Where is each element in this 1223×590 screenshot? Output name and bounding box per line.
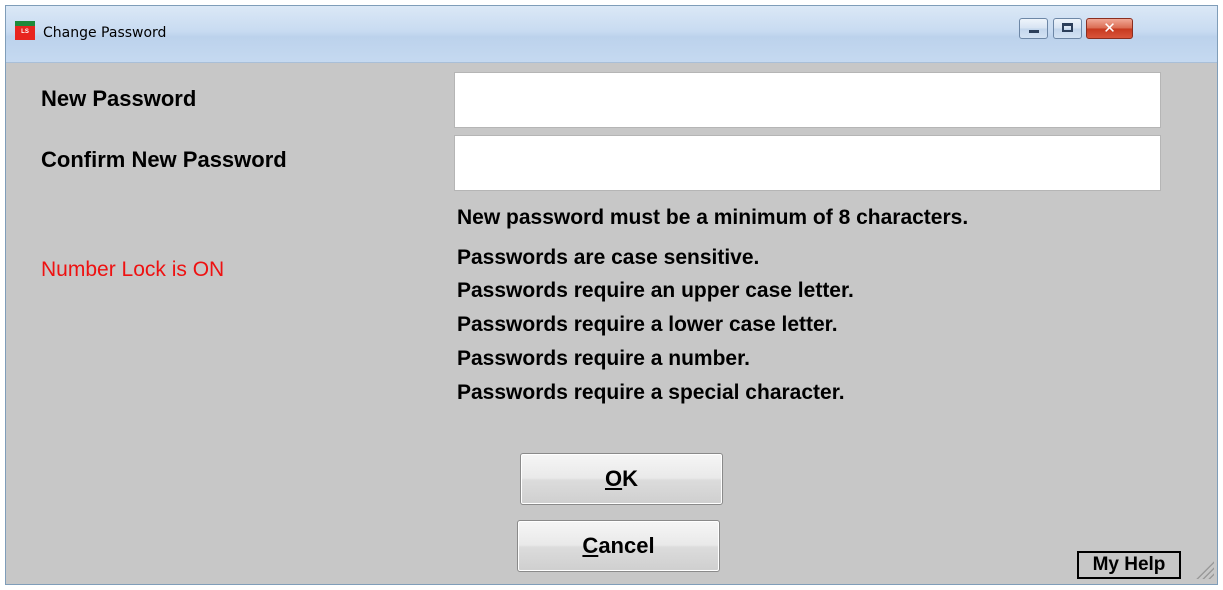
rule-min-length: New password must be a minimum of 8 char… xyxy=(457,206,969,229)
cancel-mnemonic: C xyxy=(582,533,599,558)
minimize-icon xyxy=(1029,30,1039,33)
rule-case-sensitive: Passwords are case sensitive. xyxy=(457,246,760,269)
rule-upper-case: Passwords require an upper case letter. xyxy=(457,279,854,302)
new-password-label: New Password xyxy=(41,86,197,111)
maximize-icon xyxy=(1062,23,1073,32)
close-icon: ✕ xyxy=(1103,19,1116,37)
numlock-status: Number Lock is ON xyxy=(41,258,225,281)
rule-special-character: Passwords require a special character. xyxy=(457,381,845,404)
window-title: Change Password xyxy=(43,25,167,41)
my-help-button[interactable]: My Help xyxy=(1077,551,1181,579)
app-icon: LS xyxy=(15,21,35,40)
ok-label: K xyxy=(622,466,638,491)
cancel-button[interactable]: Cancel xyxy=(517,520,720,572)
confirm-password-field[interactable] xyxy=(454,135,1161,191)
minimize-button[interactable] xyxy=(1019,18,1048,39)
cancel-label: ancel xyxy=(598,533,655,558)
rule-number: Passwords require a number. xyxy=(457,347,750,370)
confirm-password-label: Confirm New Password xyxy=(41,147,287,172)
ok-button[interactable]: OK xyxy=(520,453,723,505)
close-button[interactable]: ✕ xyxy=(1086,18,1133,39)
rule-lower-case: Passwords require a lower case letter. xyxy=(457,313,838,336)
ok-mnemonic: O xyxy=(604,466,623,491)
resize-grip-icon[interactable] xyxy=(1194,559,1214,579)
maximize-button[interactable] xyxy=(1053,18,1082,39)
new-password-field[interactable] xyxy=(454,72,1161,128)
title-bar[interactable]: LS Change Password ✕ xyxy=(6,6,1217,63)
change-password-window: LS Change Password ✕ New Password Confir… xyxy=(6,6,1217,584)
